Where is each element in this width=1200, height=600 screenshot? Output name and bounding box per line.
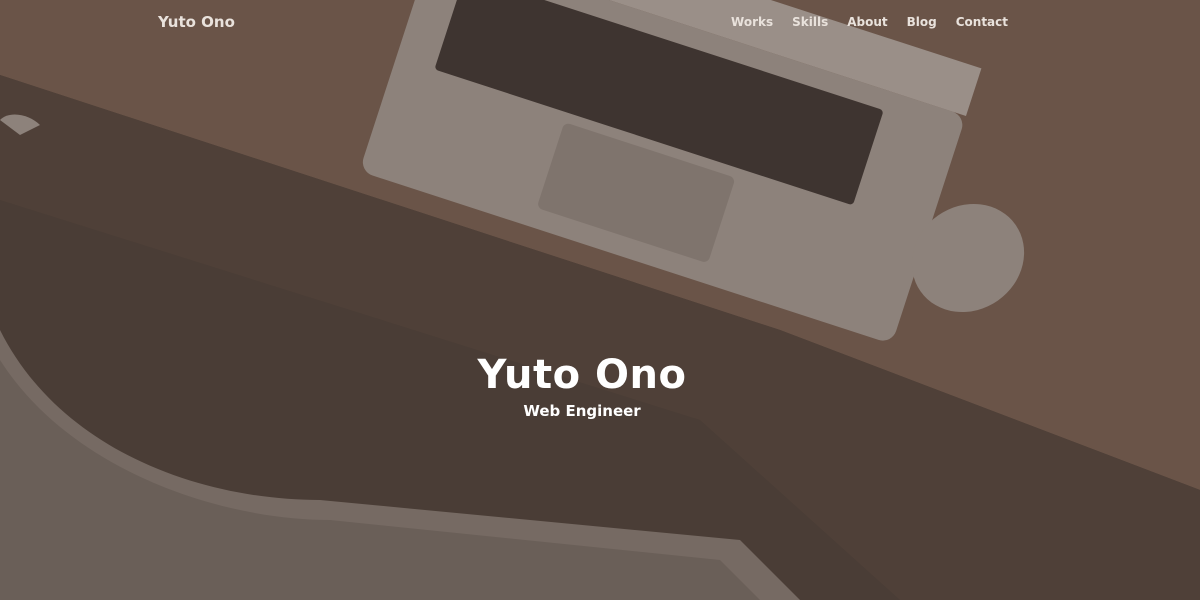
nav-item-blog[interactable]: Blog [907,15,937,29]
nav-item-works[interactable]: Works [731,15,773,29]
top-navigation: Yuto Ono Works Skills About Blog Contact [0,0,1200,44]
nav-item-skills[interactable]: Skills [792,15,828,29]
hero-title: Yuto Ono [477,352,687,398]
hero: Yuto Ono Web Engineer [0,352,1164,420]
nav-item-about[interactable]: About [847,15,887,29]
nav-item-contact[interactable]: Contact [956,15,1008,29]
hero-subtitle: Web Engineer [523,402,641,420]
brand-link[interactable]: Yuto Ono [158,13,235,31]
nav-menu: Works Skills About Blog Contact [712,15,1008,29]
hero-background-image [0,0,1200,600]
